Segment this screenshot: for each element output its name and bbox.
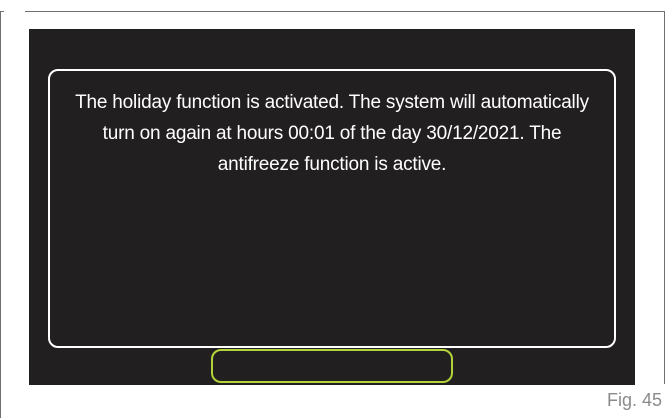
- confirm-button-behind-dialog[interactable]: [211, 349, 453, 383]
- holiday-function-dialog: The holiday function is activated. The s…: [48, 69, 616, 348]
- dialog-message: The holiday function is activated. The s…: [75, 92, 589, 175]
- frame-top-border: [25, 11, 665, 12]
- figure-page: The holiday function is activated. The s…: [0, 0, 665, 418]
- figure-label: Fig. 45: [606, 390, 662, 410]
- frame-left-border: [0, 11, 1, 418]
